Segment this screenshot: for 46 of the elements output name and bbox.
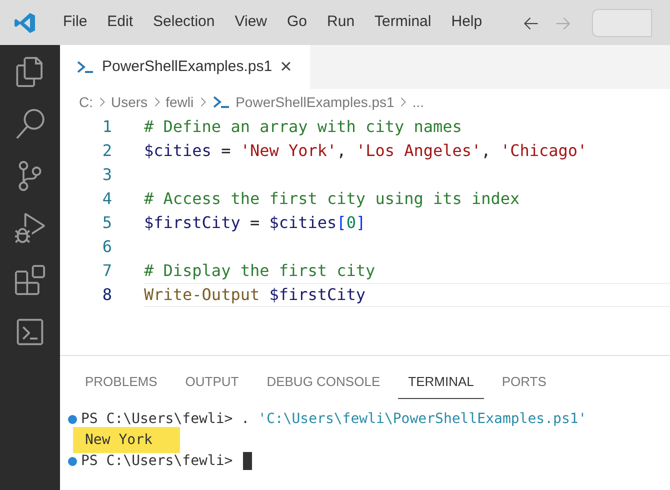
code-line: $firstCity = $cities[0] bbox=[144, 212, 367, 234]
app-logo-icon bbox=[13, 10, 37, 34]
menu-item[interactable]: View bbox=[224, 11, 277, 34]
panel-tab[interactable]: PROBLEMS bbox=[75, 372, 168, 398]
panel-tab[interactable]: PORTS bbox=[492, 372, 556, 398]
terminal-line: PS C:\Users\fewli> . 'C:\Users\fewli\PowerShellExamples.ps1' bbox=[81, 410, 587, 428]
code-line: $cities = 'New York', 'Los Angeles', 'Chicago' bbox=[144, 140, 588, 162]
code-line: # Define an array with city names bbox=[144, 116, 463, 138]
code-line: # Display the first city bbox=[144, 260, 376, 282]
line-number: 1 bbox=[101, 116, 112, 138]
powershell-icon bbox=[76, 60, 94, 74]
panel-tab[interactable]: OUTPUT bbox=[175, 372, 249, 398]
line-number: 5 bbox=[101, 212, 112, 234]
terminal-icon[interactable] bbox=[15, 317, 45, 347]
search-icon[interactable] bbox=[15, 109, 45, 139]
extensions-icon[interactable] bbox=[15, 265, 45, 295]
breadcrumb-item[interactable]: Users bbox=[111, 92, 148, 112]
menu-item[interactable]: File bbox=[53, 11, 98, 34]
line-number: 3 bbox=[101, 164, 112, 186]
line-number: 6 bbox=[101, 236, 112, 258]
close-button[interactable]: × bbox=[280, 57, 292, 77]
code-line: # Access the first city using its index bbox=[144, 188, 521, 210]
menu-item[interactable]: Go bbox=[277, 11, 318, 34]
menu-item[interactable]: Run bbox=[317, 11, 365, 34]
menu-item[interactable]: Help bbox=[441, 11, 492, 34]
line-number: 4 bbox=[101, 188, 112, 210]
breadcrumb-item[interactable]: PowerShellExamples.ps1 bbox=[236, 92, 394, 112]
menu-item[interactable]: Terminal bbox=[364, 11, 442, 34]
panel-tab[interactable]: DEBUG CONSOLE bbox=[256, 372, 390, 398]
editor-tab[interactable]: PowerShellExamples.ps1 × bbox=[60, 45, 310, 89]
breadcrumb-item[interactable]: ... bbox=[412, 92, 424, 112]
tab-label: PowerShellExamples.ps1 bbox=[102, 56, 272, 77]
breadcrumb-item[interactable]: C: bbox=[79, 92, 93, 112]
run-debug-icon[interactable] bbox=[15, 213, 45, 243]
files-icon[interactable] bbox=[15, 57, 45, 87]
line-number: 8 bbox=[101, 284, 112, 306]
menu-item[interactable]: Edit bbox=[97, 11, 144, 34]
menu-item[interactable]: Selection bbox=[143, 11, 225, 34]
line-number: 7 bbox=[101, 260, 112, 282]
terminal-output: New York bbox=[73, 427, 180, 453]
code-line: Write-Output $firstCity bbox=[144, 283, 670, 307]
powershell-icon bbox=[212, 95, 230, 109]
line-number: 2 bbox=[101, 140, 112, 162]
terminal-line: PS C:\Users\fewli> bbox=[81, 452, 233, 470]
breadcrumb-item[interactable]: fewli bbox=[166, 92, 194, 112]
panel-tab[interactable]: TERMINAL bbox=[398, 372, 484, 398]
